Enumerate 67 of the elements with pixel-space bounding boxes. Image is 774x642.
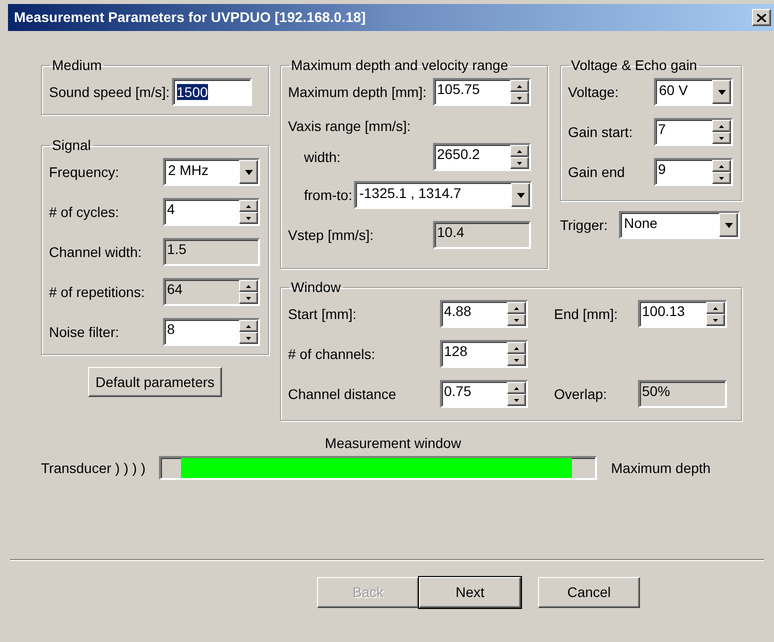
field-label: Vstep [mm/s]:	[288, 226, 375, 245]
field-label: Channel width:	[49, 242, 143, 262]
spin-box[interactable]: 105.75	[433, 78, 531, 106]
field-label: # of repetitions:	[49, 282, 146, 302]
field-value: 1500	[176, 84, 208, 100]
default-parameters-button[interactable]: Default parameters	[88, 367, 222, 397]
spin-buttons[interactable]	[507, 342, 526, 366]
field-label: Channel distance	[288, 384, 398, 404]
close-button[interactable]	[752, 9, 771, 26]
group-title: Maximum depth and velocity range	[290, 56, 510, 75]
dropdown-field[interactable]: 60 V	[654, 78, 733, 106]
field-label: End [mm]:	[554, 304, 619, 324]
spin-buttons[interactable]	[239, 320, 258, 344]
dropdown-field[interactable]: -1325.1 , 1314.7	[354, 181, 532, 209]
field-label: from-to:	[304, 186, 352, 204]
field-label: Trigger:	[560, 216, 609, 235]
field-label: Noise filter:	[49, 322, 120, 342]
field-label: Gain end	[568, 162, 626, 182]
spin-box[interactable]: 128	[440, 340, 528, 368]
dropdown-arrow-icon	[718, 90, 726, 94]
transducer-label: Transducer ) ) ) )	[41, 458, 146, 478]
spin-box[interactable]: 8	[163, 318, 260, 346]
group-title: Voltage & Echo gain	[570, 56, 698, 75]
field-label: # of cycles:	[49, 202, 120, 222]
group-title: Window	[290, 278, 342, 297]
maximum-depth-label: Maximum depth	[611, 458, 711, 478]
spin-buttons[interactable]	[510, 80, 529, 104]
spin-box[interactable]: 9	[654, 158, 733, 186]
field-label: Vaxis range [mm/s]:	[288, 117, 412, 136]
spin-box[interactable]: 4	[163, 198, 260, 226]
dialog-button[interactable]: Next	[419, 577, 521, 608]
field-label: Voltage:	[568, 82, 620, 102]
readonly-field: 10.4	[433, 221, 531, 249]
dialog-button[interactable]: Cancel	[538, 577, 640, 608]
spin-box[interactable]: 2650.2	[433, 143, 531, 171]
field-label: # of channels:	[288, 344, 376, 364]
spin-buttons[interactable]	[706, 302, 725, 326]
dropdown-arrow-icon	[244, 170, 252, 174]
spin-buttons[interactable]	[507, 382, 526, 406]
measurement-window-label: Measurement window	[324, 434, 462, 453]
close-icon	[757, 14, 766, 22]
field-label: Start [mm]:	[288, 304, 358, 324]
dropdown-arrow-icon	[724, 222, 732, 228]
spin-buttons[interactable]	[712, 120, 731, 144]
spin-buttons[interactable]	[507, 302, 526, 326]
field-label: width:	[304, 148, 342, 166]
dropdown-arrow-icon	[516, 192, 525, 198]
field-label: Maximum depth [mm]:	[288, 82, 428, 102]
readonly-field: 1.5	[163, 238, 260, 266]
spin-box[interactable]: 100.13	[638, 300, 727, 328]
spin-box[interactable]: 0.75	[440, 380, 528, 408]
spin-buttons[interactable]	[239, 200, 258, 224]
spin-buttons[interactable]	[712, 160, 731, 184]
dropdown-field[interactable]: 2 MHz	[163, 158, 260, 186]
field-label: Frequency:	[49, 162, 120, 182]
window-title: Measurement Parameters for UVPDUO [192.168.0.18]	[14, 8, 366, 27]
field-label: Overlap:	[554, 384, 608, 404]
dropdown-field[interactable]: None	[619, 211, 740, 239]
readonly-field: 50%	[638, 380, 727, 408]
spin-buttons[interactable]	[510, 145, 529, 169]
spin-box[interactable]: 4.88	[440, 300, 528, 328]
group-title: Medium	[51, 56, 103, 75]
field-label: Sound speed [m/s]:	[49, 82, 170, 102]
group-title: Signal	[51, 136, 92, 155]
input-field[interactable]: 1500	[172, 78, 252, 106]
spin-box[interactable]: 7	[654, 118, 733, 146]
field-label: Gain start:	[568, 122, 634, 142]
